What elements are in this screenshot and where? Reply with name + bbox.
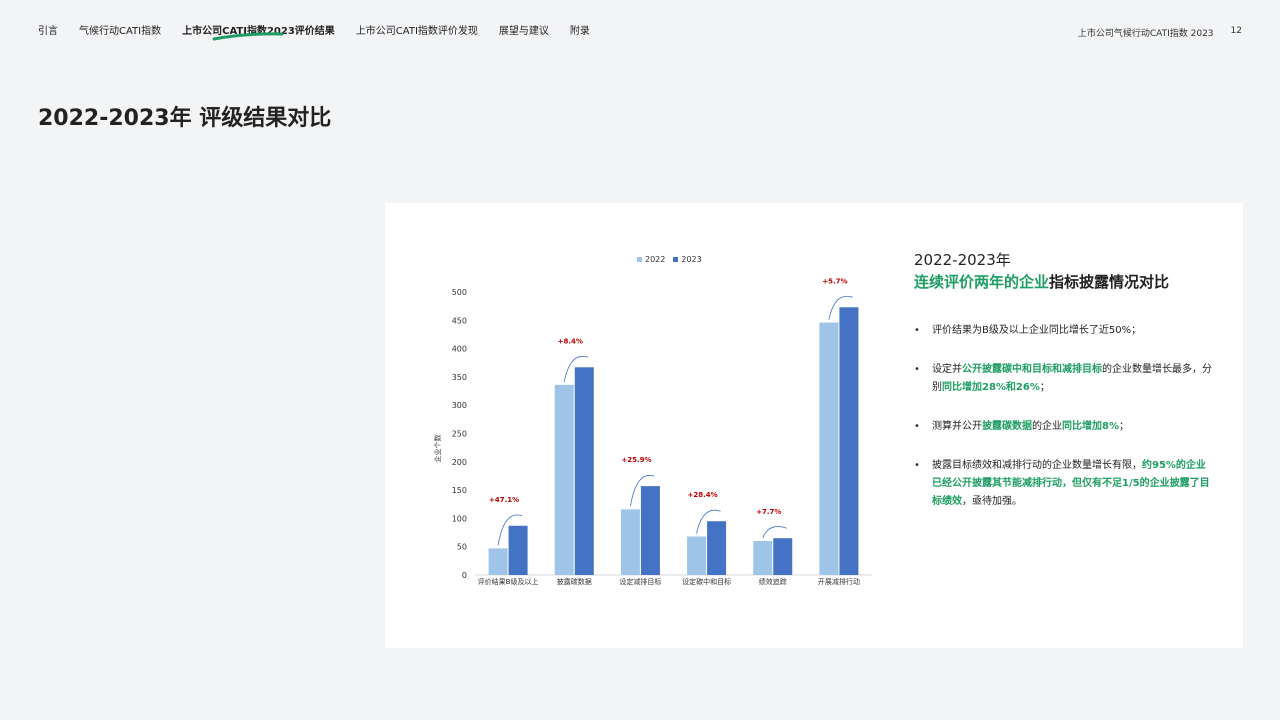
nav-item-4[interactable]: 上市公司CATI指数评价发现	[356, 22, 478, 37]
summary-bullet-3: 测算并公开披露碳数据的企业同比增加8%；	[914, 418, 1214, 436]
bar-2023	[707, 521, 727, 575]
bar-2023	[640, 486, 660, 575]
chart-legend: 2022 2023	[637, 255, 702, 264]
bar-2023	[508, 525, 528, 575]
highlight-text: 同比增加8%	[1062, 421, 1119, 432]
x-tick-label: 设定碳中和目标	[682, 577, 731, 586]
summary-bullet-4: 披露目标绩效和减排行动的企业数量增长有限，约95%的企业已经公开披露其节能减排行…	[914, 457, 1214, 511]
y-tick-label: 200	[452, 458, 467, 467]
y-tick-label: 400	[452, 345, 467, 354]
y-tick-label: 150	[452, 486, 467, 495]
bullet-text: 设定并	[932, 364, 962, 375]
top-nav: 引言 气候行动CATI指数 上市公司CATI指数2023评价结果 上市公司CATI指数…	[38, 22, 611, 41]
nav-item-6[interactable]: 附录	[570, 22, 590, 37]
nav-item-label: 引言	[38, 26, 58, 37]
bar-2022	[620, 509, 640, 575]
bullet-text: ；	[1118, 421, 1129, 432]
bullet-text: ；	[1039, 382, 1050, 393]
bar-2022	[554, 384, 574, 575]
bar-2022	[488, 548, 508, 575]
change-label: +28.4%	[688, 491, 718, 499]
nav-item-5[interactable]: 展望与建议	[499, 22, 549, 37]
bullet-text: ，亟待加强。	[962, 496, 1022, 507]
nav-item-1[interactable]: 引言	[38, 22, 58, 37]
y-axis-label: 企业个数	[433, 435, 442, 463]
nav-item-label: 上市公司CATI指数评价发现	[355, 26, 478, 37]
bullet-text: 披露目标绩效和减排行动的企业数量增长有限，	[932, 460, 1142, 471]
legend-label: 2023	[681, 255, 702, 264]
y-tick-label: 350	[452, 373, 467, 382]
highlight-text: 披露碳数据	[982, 421, 1032, 432]
summary-year: 2022-2023年	[914, 251, 1011, 269]
content-card: 0 50 100 150 200 250 300 350 400 450 500 企业个数评价结果B级…	[385, 203, 1243, 648]
legend-swatch	[673, 257, 679, 262]
change-label: +25.9%	[621, 456, 651, 464]
y-tick-label: 450	[452, 316, 467, 325]
y-tick-label: 500	[452, 288, 467, 297]
bullet-text: 的企业	[1032, 421, 1062, 432]
x-tick-label: 披露碳数据	[557, 577, 592, 586]
change-label: +8.4%	[558, 337, 583, 345]
y-tick-label: 50	[457, 543, 467, 552]
x-tick-label: 设定减排目标	[619, 577, 661, 586]
x-tick-label: 开展减排行动	[818, 577, 860, 586]
nav-item-2[interactable]: 气候行动CATI指数	[79, 22, 161, 37]
y-tick-label: 0	[462, 571, 467, 580]
legend-label: 2022	[645, 255, 666, 264]
change-label: +47.1%	[489, 496, 519, 504]
bar-2022	[819, 322, 839, 575]
legend-swatch	[637, 257, 642, 262]
nav-item-label: 气候行动CATI指数	[79, 26, 162, 37]
highlight-text: 同比增加28%和26%	[942, 382, 1040, 393]
summary-title-rest: 指标披露情况对比	[1049, 273, 1170, 291]
page-title: 2022-2023年 评级结果对比	[38, 106, 332, 131]
bullet-text: 评价结果为B级及以上企业同比增长了近50%；	[932, 325, 1142, 336]
summary-panel: 2022-2023年 连续评价两年的企业指标披露情况对比 评价结果为B级及以上企…	[914, 249, 1214, 532]
y-tick-label: 100	[452, 514, 467, 523]
bar-2023	[839, 307, 859, 575]
y-tick-label: 250	[452, 430, 467, 439]
nav-item-label: 附录	[569, 26, 590, 37]
change-label: +5.7%	[822, 277, 847, 285]
bullet-text: 测算并公开	[932, 421, 982, 432]
bar-chart: 0 50 100 150 200 250 300 350 400 450 500 企业个数评价结果B级…	[433, 277, 872, 586]
highlight-text: 公开披露碳中和目标和减排目标	[962, 364, 1102, 375]
bar-2023	[773, 538, 793, 575]
bar-2023	[574, 367, 594, 575]
x-tick-label: 绩效追踪	[759, 577, 787, 586]
change-arc	[762, 526, 787, 539]
active-underline	[212, 32, 284, 41]
summary-bullets: 评价结果为B级及以上企业同比增长了近50%；设定并公开披露碳中和目标和减排目标的…	[914, 322, 1214, 511]
summary-title-highlight: 连续评价两年的企业	[914, 273, 1050, 291]
y-tick-label: 300	[452, 401, 467, 410]
summary-title: 连续评价两年的企业指标披露情况对比	[914, 271, 1214, 292]
nav-item-3[interactable]: 上市公司CATI指数2023评价结果	[182, 22, 335, 41]
summary-bullet-2: 设定并公开披露碳中和目标和减排目标的企业数量增长最多，分别同比增加28%和26%…	[914, 361, 1214, 397]
legend-item-2022: 2022	[637, 255, 665, 264]
x-tick-label: 评价结果B级及以上	[478, 577, 539, 586]
report-name: 上市公司气候行动CATI指数 2023	[1077, 29, 1214, 39]
summary-bullet-1: 评价结果为B级及以上企业同比增长了近50%；	[914, 322, 1214, 340]
change-label: +7.7%	[756, 508, 781, 516]
bar-2022	[687, 536, 707, 575]
nav-item-label: 展望与建议	[498, 26, 549, 37]
page-number: 12	[1230, 26, 1242, 36]
legend-item-2023: 2023	[673, 255, 702, 264]
header-right: 上市公司气候行动CATI指数 2023 12	[1078, 26, 1242, 39]
bar-2022	[753, 541, 773, 575]
